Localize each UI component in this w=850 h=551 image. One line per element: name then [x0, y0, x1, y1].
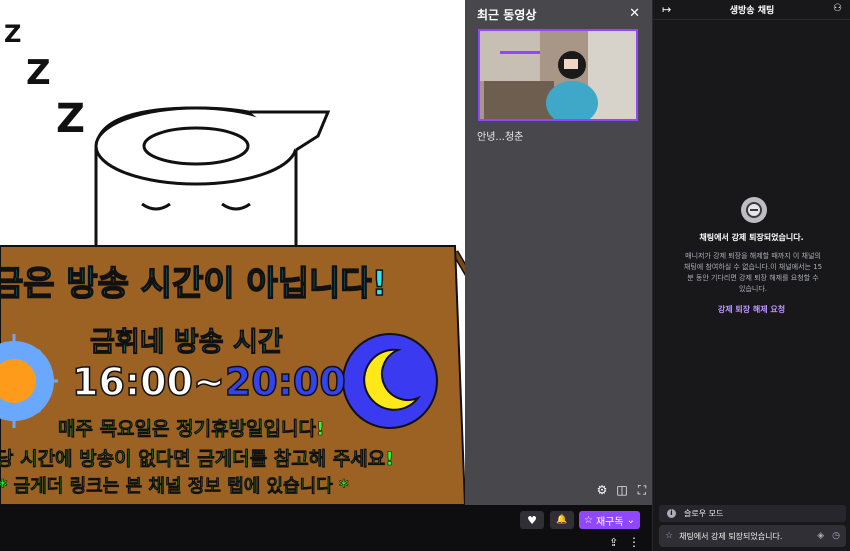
sign-note-closed-day: 매주 목요일은 정기휴방일입니다!: [58, 418, 325, 441]
video-player[interactable]: Z Z Z 금은 방송 시간이 아닙니다! 금휘네 방송 시간 16:00~20…: [0, 0, 465, 505]
resubscribe-label: 재구독: [595, 516, 624, 528]
chat-input-banned-text: 채팅에서 강제 퇴장되었습니다.: [679, 531, 783, 541]
sign-schedule-label: 금휘네 방송 시간: [90, 327, 284, 359]
unban-request-link[interactable]: 강제 퇴장 해제 요청: [653, 304, 850, 315]
more-options-icon[interactable]: ⋮: [628, 535, 640, 549]
fullscreen-icon[interactable]: ⛶: [635, 483, 649, 498]
player-controls: ⚙ ◫ ⛶: [595, 483, 649, 498]
bell-icon: 🔔: [556, 515, 568, 525]
recent-videos-title: 최근 동영상: [477, 8, 537, 22]
sign-note-link: * 금게더 링크는 본 채널 정보 탭에 있습니다 *: [0, 476, 349, 498]
theater-mode-icon[interactable]: ◫: [615, 483, 629, 498]
sleep-z-2: Z: [26, 53, 51, 93]
community-users-icon[interactable]: ⚇: [833, 3, 842, 14]
channel-points-icon[interactable]: ◷: [832, 531, 840, 541]
heart-icon: ♥: [527, 513, 537, 527]
toilet-paper-illustration: [94, 106, 331, 262]
sign-time-start: 16:00~: [71, 359, 225, 405]
ban-heading: 채팅에서 강제 퇴장되었습니다.: [699, 233, 804, 242]
chat-title: 생방송 채팅: [729, 6, 775, 16]
star-icon[interactable]: ☆: [665, 531, 673, 541]
thumbnail-image: [480, 31, 636, 119]
live-chat-panel: ↦ 생방송 채팅 ⚇ 채팅에서 강제 퇴장되었습니다. 매니저가 강제 퇴장을 …: [652, 0, 850, 551]
channel-actions-bar: ♥ 🔔 ☆ 재구독 ⌄ ⇪ ⋮: [0, 505, 652, 551]
settings-gear-icon[interactable]: ⚙: [595, 483, 609, 498]
recent-videos-panel: 최근 동영상 ✕ 안녕...청춘 ⚙ ◫ ⛶: [465, 0, 652, 505]
recent-video-thumbnail[interactable]: [478, 29, 638, 121]
follow-heart-button[interactable]: ♥: [520, 511, 544, 529]
ban-icon: [741, 197, 767, 223]
bits-drop-icon[interactable]: ◈: [817, 531, 824, 541]
chat-header: ↦ 생방송 채팅 ⚇: [653, 0, 850, 20]
close-icon[interactable]: ✕: [629, 6, 640, 21]
sign-note-calendar: 당 시간에 방송이 없다면 금게더를 참고해 주세요!: [0, 448, 394, 471]
chat-input[interactable]: ☆ 채팅에서 강제 퇴장되었습니다. ◈ ◷: [659, 525, 846, 547]
resubscribe-button[interactable]: ☆ 재구독 ⌄: [579, 511, 640, 529]
sleep-z-3: Z: [56, 96, 85, 142]
sign-broadcast-time: 16:00~20:00: [71, 359, 346, 405]
star-icon: ☆: [584, 514, 593, 526]
chevron-down-icon: ⌄: [626, 514, 635, 526]
slow-mode-label: 슬로우 모드: [684, 509, 724, 518]
twitch-channel-page: Z Z Z 금은 방송 시간이 아닙니다! 금휘네 방송 시간 16:00~20…: [0, 0, 850, 551]
sleep-z-1: Z: [4, 20, 21, 48]
sign-title: 금은 방송 시간이 아닙니다!: [0, 263, 388, 305]
notification-bell-button[interactable]: 🔔: [550, 511, 574, 529]
moon-icon: [342, 333, 438, 429]
ban-message: 매니저가 강제 퇴장을 해제할 때까지 이 채널의 채팅에 참여하실 수 없습니…: [683, 252, 823, 293]
slow-mode-banner: i 슬로우 모드: [659, 505, 846, 522]
sign-time-end: 20:00: [224, 359, 346, 405]
info-icon: i: [667, 509, 676, 518]
share-icon[interactable]: ⇪: [609, 536, 618, 549]
recent-video-title[interactable]: 안녕...청춘: [477, 128, 523, 143]
